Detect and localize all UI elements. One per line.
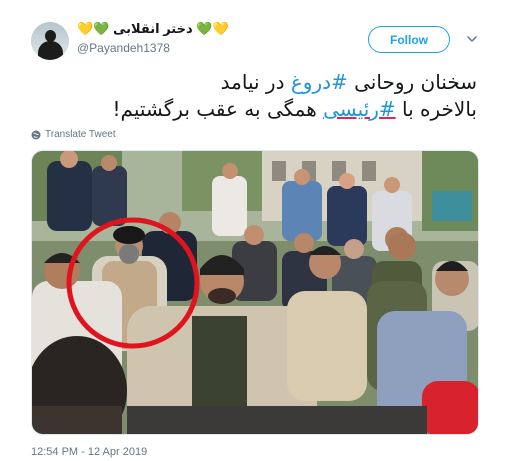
hashtag-link[interactable]: #رئیسی (323, 97, 396, 121)
tweet-text-segment: بالاخره با (395, 97, 477, 121)
tweet-line-1: سخنان روحانی #دروغ در نیامد (27, 69, 477, 96)
avatar[interactable] (31, 22, 69, 60)
tweet-photo[interactable] (31, 150, 479, 435)
emoji-left: 💛💚 (77, 21, 110, 36)
emoji-right: 💚💛 (196, 21, 229, 36)
globe-icon (31, 130, 41, 139)
tweet-timestamp[interactable]: 12:54 PM - 12 Apr 2019 (31, 446, 147, 458)
hashtag-link[interactable]: #دروغ (291, 70, 348, 94)
follow-button[interactable]: Follow (368, 26, 450, 53)
tweet-text-segment: در نیامد (220, 70, 291, 94)
tweet-text-segment: سخنان روحانی (347, 70, 477, 94)
translate-label: Translate Tweet (45, 129, 116, 140)
display-name[interactable]: 💛💚 دختر انقلابی 💚💛 (77, 21, 229, 37)
tweet-card: 💛💚 دختر انقلابی 💚💛 @Payandeh1378 Follow … (0, 0, 507, 461)
tweet-line-2: بالاخره با #رئیسی همگی به عقب برگشتیم! (27, 96, 477, 123)
display-name-text: دختر انقلابی (113, 21, 193, 36)
user-handle[interactable]: @Payandeh1378 (77, 41, 170, 55)
translate-tweet-link[interactable]: Translate Tweet (31, 129, 116, 140)
user-name-row[interactable]: 💛💚 دختر انقلابی 💚💛 (77, 21, 277, 39)
tweet-text: سخنان روحانی #دروغ در نیامد بالاخره با #… (27, 69, 477, 123)
chevron-down-icon[interactable] (467, 34, 477, 44)
photo-illustration (32, 151, 478, 434)
tweet-text-segment: همگی به عقب برگشتیم! (112, 97, 324, 121)
